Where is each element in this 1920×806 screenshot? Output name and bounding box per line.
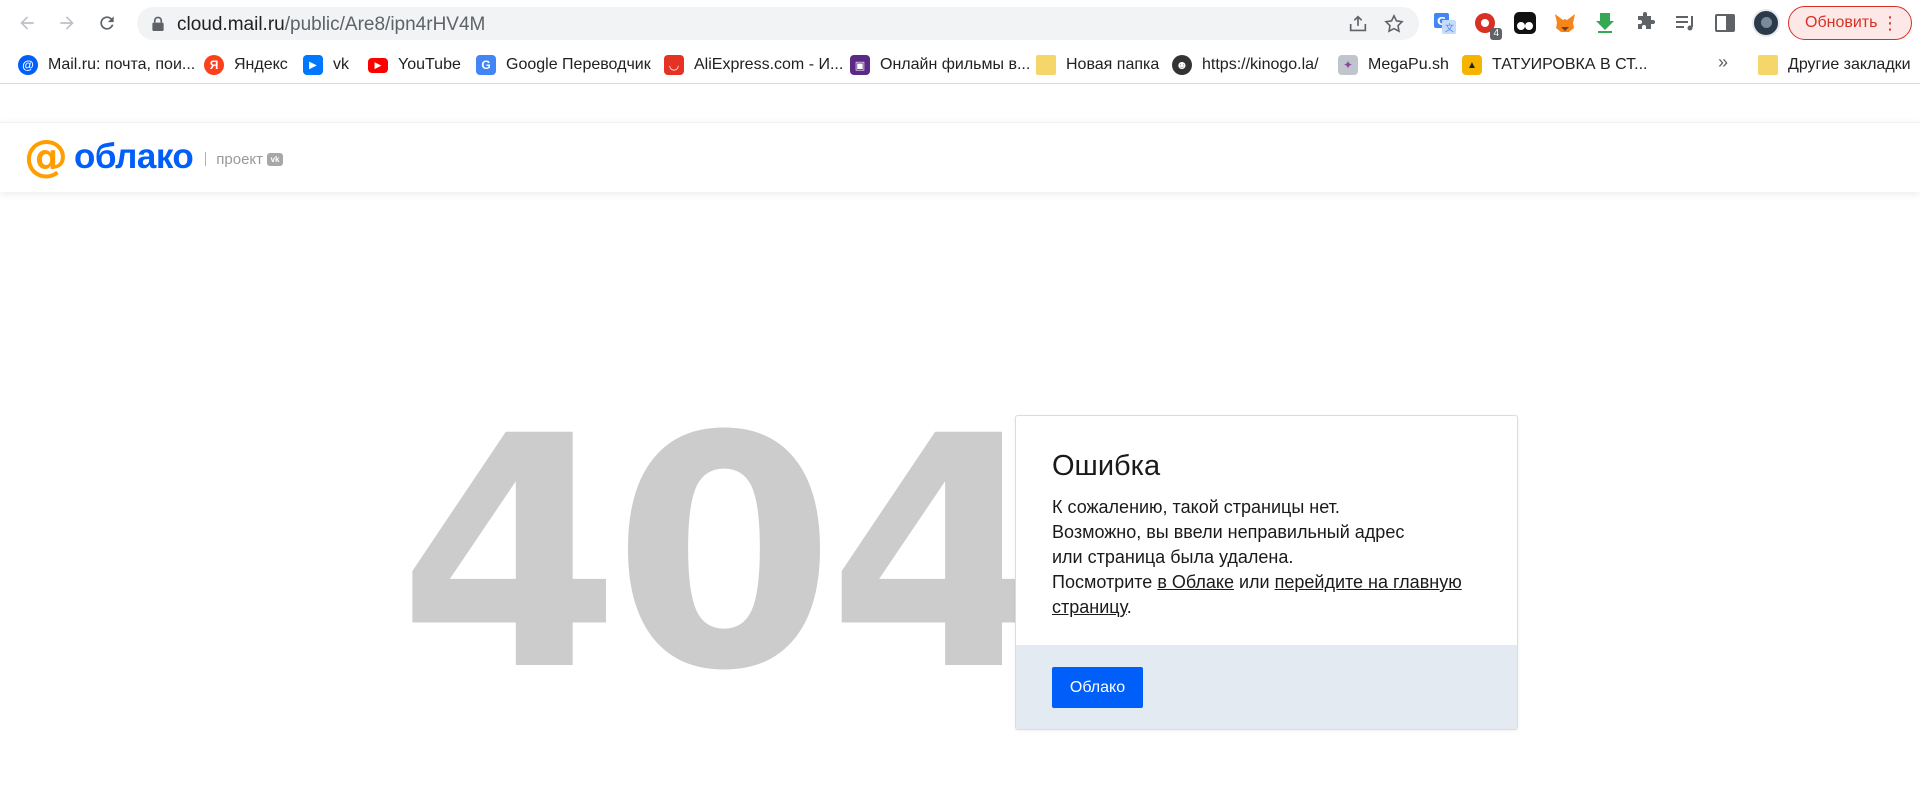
bookmark-label: vk — [333, 56, 349, 73]
logo-divider — [205, 152, 207, 166]
address-bar[interactable]: cloud.mail.ru/public/Are8/ipn4rHV4M — [137, 7, 1419, 40]
bookmark-label: Другие закладки — [1788, 56, 1911, 73]
error-line: Посмотрите в Облаке или перейдите на гла… — [1052, 570, 1492, 620]
share-icon — [1349, 15, 1367, 32]
cloud-link[interactable]: в Облаке — [1157, 572, 1234, 592]
back-button[interactable] — [12, 8, 42, 38]
bookmark-item[interactable]: Новая папка — [1036, 54, 1159, 76]
arrow-right-icon — [60, 16, 74, 30]
side-panel-button[interactable] — [1712, 10, 1738, 36]
music-list-icon — [1676, 16, 1693, 31]
extension-adblock[interactable]: 4 — [1472, 10, 1502, 40]
star-icon — [1384, 13, 1404, 33]
suggestion-mid: или — [1233, 572, 1275, 592]
yandex-icon: Я — [204, 55, 224, 75]
vk-logo-icon: vk — [267, 153, 284, 166]
error-line: К сожалению, такой страницы нет. — [1052, 497, 1340, 517]
bookmark-item[interactable]: @ Mail.ru: почта, пои... — [18, 54, 195, 76]
bookmark-label: Mail.ru: почта, пои... — [48, 56, 196, 73]
bookmark-item[interactable]: ◡ AliExpress.com - И... — [664, 54, 843, 76]
media-control-button[interactable] — [1672, 10, 1698, 36]
folder-icon — [1758, 55, 1778, 75]
kinogo-icon: ☻ — [1172, 55, 1192, 75]
logo-at-sign: @ — [24, 131, 68, 182]
bookmark-label: Онлайн фильмы в... — [880, 56, 1031, 73]
bookmark-label: Новая папка — [1066, 56, 1160, 73]
vk-play-icon: ▶ — [303, 55, 323, 75]
url-path: /public/Are8/ipn4rHV4M — [284, 14, 486, 35]
update-label: Обновить — [1805, 14, 1878, 31]
google-translate-icon: G文 — [1434, 13, 1456, 34]
bookmark-item[interactable]: G Google Переводчик — [476, 54, 651, 76]
profile-avatar[interactable] — [1752, 9, 1780, 37]
megapush-icon: ✦ — [1338, 55, 1358, 75]
error-card-footer: Облако — [1016, 645, 1517, 729]
bookmarks-bar: @ Mail.ru: почта, пои... Я Яндекс ▶ vk ▶… — [0, 46, 1920, 84]
extension-badge: 4 — [1490, 28, 1502, 40]
site-header: @ облако проект vk — [0, 122, 1920, 192]
bookmark-label: ТАТУИРОВКА В СТ... — [1492, 56, 1648, 73]
fox-icon — [1555, 14, 1575, 32]
share-button[interactable] — [1347, 13, 1369, 35]
error-card: Ошибка К сожалению, такой страницы нет. … — [1015, 415, 1518, 730]
bookmark-star-button[interactable] — [1383, 13, 1405, 35]
update-browser-button[interactable]: Обновить ⋮ — [1788, 6, 1912, 40]
tattoo-image-icon: ▲ — [1462, 55, 1482, 75]
reload-icon — [100, 16, 114, 30]
bookmark-label: Яндекс — [234, 56, 288, 73]
bookmark-label: Google Переводчик — [506, 56, 651, 73]
folder-icon — [1036, 55, 1056, 75]
film-icon: ▣ — [850, 55, 870, 75]
more-vert-icon: ⋮ — [1881, 13, 1899, 33]
bookmarks-overflow-button[interactable]: » — [1718, 52, 1728, 73]
tampermonkey-icon — [1514, 12, 1536, 34]
error-title: Ошибка — [1052, 450, 1161, 482]
download-arrow-icon — [1596, 13, 1614, 33]
other-bookmarks-folder[interactable]: Другие закладки — [1758, 54, 1911, 76]
error-line: или страница была удалена. — [1052, 547, 1294, 567]
svg-text:文: 文 — [1445, 22, 1454, 34]
bookmark-item[interactable]: Я Яндекс — [204, 54, 288, 76]
extension-metamask[interactable] — [1552, 10, 1578, 36]
logo-project-label: проект — [216, 150, 264, 168]
arrow-left-icon — [20, 16, 34, 30]
bookmark-label: AliExpress.com - И... — [694, 56, 844, 73]
google-translate-icon: G — [476, 55, 496, 75]
error-code-404: 404 — [398, 369, 1050, 741]
bookmark-item[interactable]: ☻ https://kinogo.la/ — [1172, 54, 1319, 76]
extension-downloader[interactable] — [1592, 10, 1618, 36]
bookmark-label: https://kinogo.la/ — [1202, 56, 1319, 73]
suggestion-prefix: Посмотрите — [1052, 572, 1158, 592]
suggestion-suffix: . — [1126, 597, 1132, 617]
reload-button[interactable] — [92, 8, 122, 38]
logo-text: облако — [74, 137, 194, 176]
browser-toolbar: cloud.mail.ru/public/Are8/ipn4rHV4M G文 4… — [0, 0, 1920, 46]
side-panel-icon — [1715, 14, 1735, 32]
cloud-button[interactable]: Облако — [1052, 667, 1143, 708]
bookmark-label: MegaPu.sh — [1368, 56, 1449, 73]
extension-tampermonkey[interactable] — [1512, 10, 1538, 36]
lock-icon — [152, 16, 164, 31]
aliexpress-icon: ◡ — [664, 55, 684, 75]
bookmark-item[interactable]: ✦ MegaPu.sh — [1338, 54, 1449, 76]
forward-button[interactable] — [52, 8, 82, 38]
cloud-logo[interactable]: @ облако проект vk — [24, 131, 284, 182]
error-line: Возможно, вы ввели неправильный адрес — [1052, 522, 1405, 542]
url-host: cloud.mail.ru — [177, 14, 285, 35]
puzzle-icon — [1638, 12, 1655, 29]
error-message: К сожалению, такой страницы нет. Возможн… — [1052, 495, 1492, 620]
youtube-icon: ▶ — [368, 57, 388, 73]
url-text[interactable]: cloud.mail.ru/public/Are8/ipn4rHV4M — [177, 14, 485, 36]
bookmark-item[interactable]: ▶ YouTube — [368, 54, 461, 76]
bookmark-item[interactable]: ▶ vk — [303, 54, 349, 76]
extensions-menu-button[interactable] — [1632, 10, 1658, 36]
extension-translate[interactable]: G文 — [1432, 10, 1458, 36]
bookmark-item[interactable]: ▲ ТАТУИРОВКА В СТ... — [1462, 54, 1647, 76]
mailru-icon: @ — [18, 55, 38, 75]
bookmark-item[interactable]: ▣ Онлайн фильмы в... — [850, 54, 1030, 76]
bookmark-label: YouTube — [398, 56, 461, 73]
